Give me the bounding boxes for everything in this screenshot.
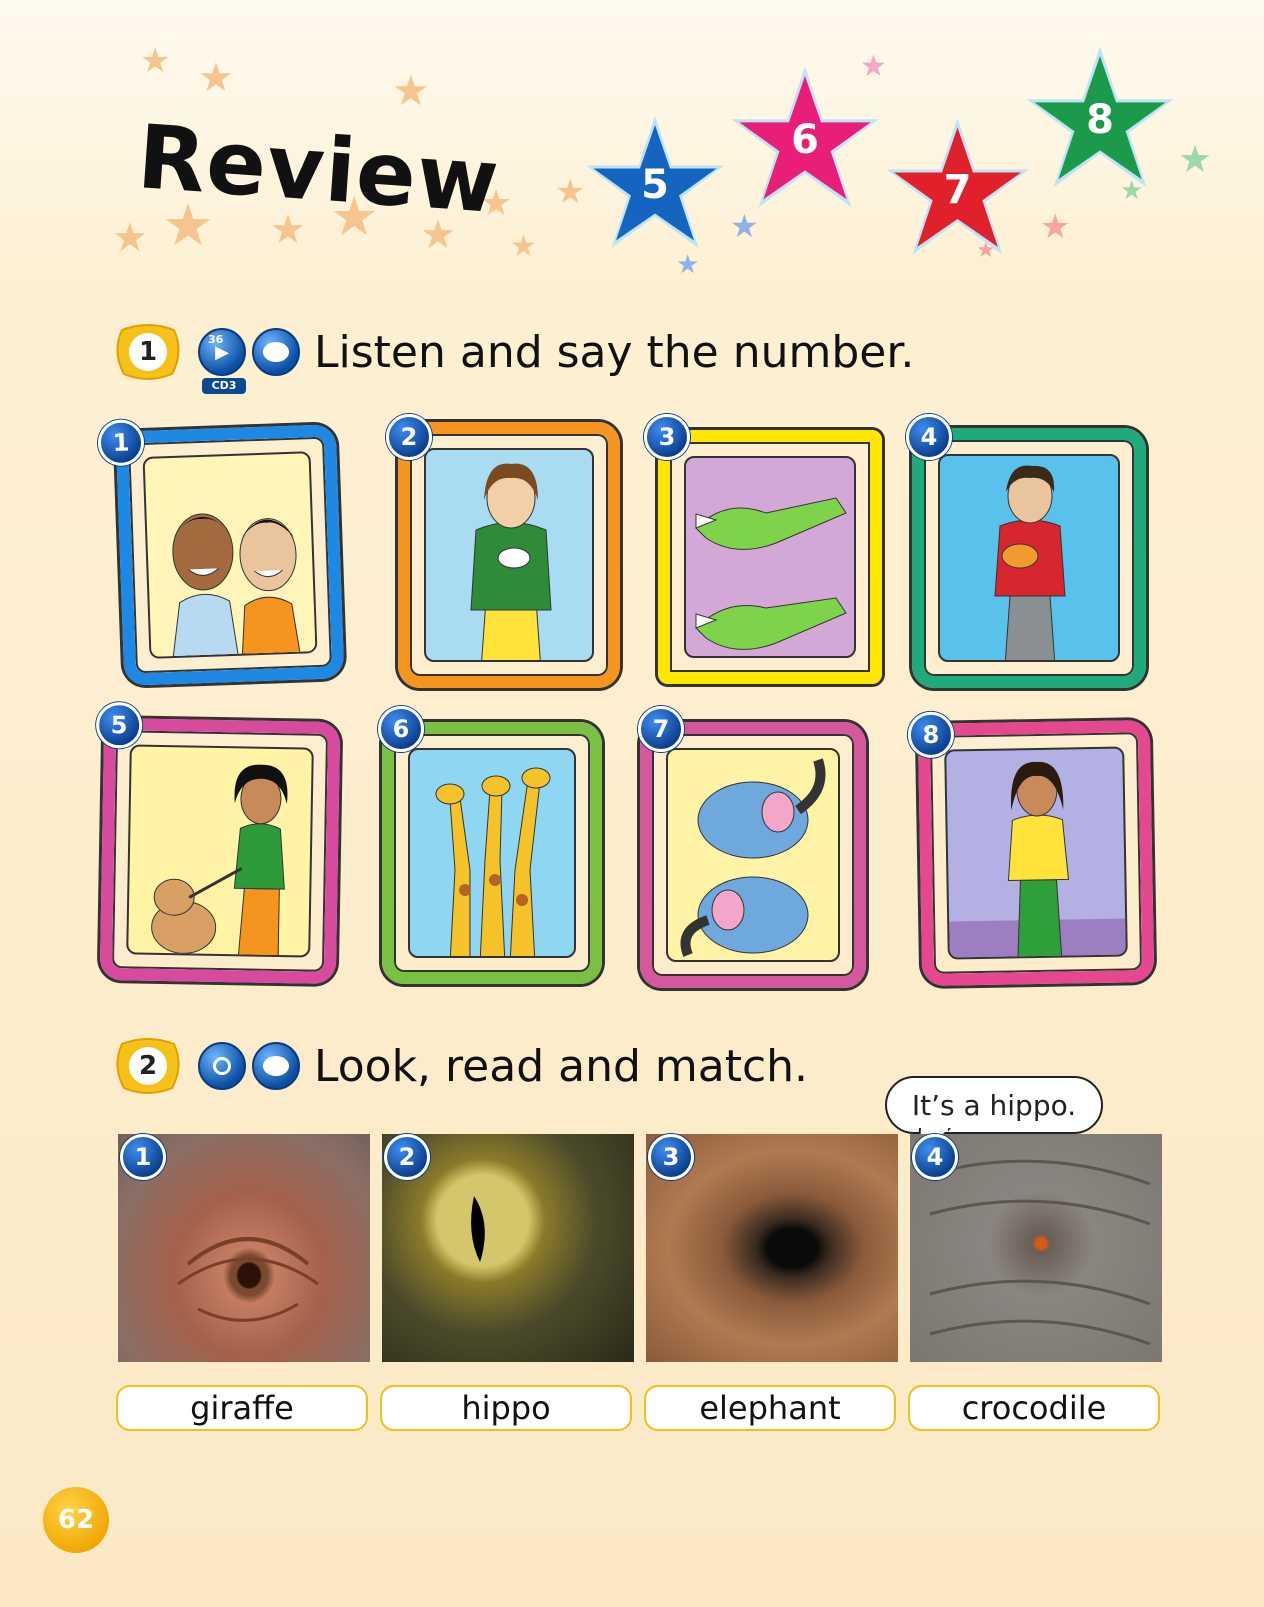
magnifier-icon (213, 1057, 231, 1075)
word-box-elephant[interactable]: elephant (644, 1385, 896, 1431)
speech-bubble-icon (263, 1056, 289, 1076)
star-icon: ★ (112, 215, 148, 261)
look-icon (198, 1042, 246, 1090)
picture-number-badge: 7 (638, 706, 684, 752)
unit-star-5: 5 (580, 110, 730, 260)
unit-number: 5 (641, 162, 669, 208)
exercise-2-instruction: Look, read and match. (314, 1040, 809, 1092)
picture-frame-2[interactable]: 2 (386, 414, 620, 688)
crocodiles-illustration (695, 497, 847, 650)
picture-number-badge: 3 (644, 414, 690, 460)
giraffes-illustration (435, 767, 551, 956)
picture-frame-4[interactable]: 4 (906, 414, 1146, 688)
unit-number: 7 (943, 166, 972, 213)
speech-bubble-icon (263, 342, 289, 362)
two-boys-illustration (149, 513, 318, 659)
audio-track-icon[interactable]: ▶ 36 CD3 (198, 328, 246, 394)
track-number: 36 (208, 333, 224, 346)
star-icon: ★ (140, 41, 171, 81)
picture-number-badge: 1 (97, 418, 145, 467)
unit-star-8: 8 (1020, 40, 1180, 200)
page-number: 62 (43, 1487, 109, 1553)
star-icon: ★ (1040, 207, 1071, 247)
unit-star-6: 6 (725, 60, 885, 220)
picture-frame-6[interactable]: 6 (378, 706, 602, 984)
exercise-number-badge: 2 (112, 1036, 184, 1096)
word-box-hippo[interactable]: hippo (380, 1385, 632, 1431)
picture-number-badge: 6 (378, 706, 424, 752)
picture-frame-7[interactable]: 7 (638, 706, 866, 988)
exercise-1-instruction: Listen and say the number. (314, 326, 915, 378)
picture-number-badge: 4 (906, 414, 952, 460)
word-box-crocodile[interactable]: crocodile (908, 1385, 1160, 1431)
picture-frame-3[interactable]: 3 (644, 414, 882, 684)
word-box-giraffe[interactable]: giraffe (116, 1385, 368, 1431)
cd-label: CD3 (202, 378, 246, 394)
unit-number: 8 (1086, 97, 1114, 143)
picture-frame-5[interactable]: 5 (95, 701, 341, 985)
girl-with-dog-illustration (151, 764, 288, 958)
picture-number-badge: 5 (95, 701, 143, 749)
photo-number-badge: 3 (648, 1134, 694, 1180)
elephants-illustration (680, 758, 826, 957)
speech-bubble: It’s a hippo. (885, 1076, 1103, 1134)
exercise-1-heading: 1 ▶ 36 CD3 Listen and say the number. (112, 322, 915, 394)
picture-frame-8[interactable]: 8 (907, 711, 1155, 987)
star-icon: ★ (510, 229, 537, 264)
star-icon: ★ (198, 55, 234, 101)
star-icon: ★ (1178, 137, 1213, 181)
photo-number-badge: 4 (912, 1134, 958, 1180)
photo-number-badge: 2 (384, 1134, 430, 1180)
photo-number-badge: 1 (120, 1134, 166, 1180)
exercise-2-heading: 2 Look, read and match. (112, 1036, 808, 1096)
exercise-number-badge: 1 (112, 322, 184, 382)
star-icon: ★ (392, 66, 430, 115)
girl-in-yellow-illustration (949, 761, 1128, 960)
picture-number-badge: 2 (386, 414, 432, 460)
unit-number: 6 (791, 117, 819, 163)
speak-icon (252, 1042, 300, 1090)
unit-star-7: 7 (880, 112, 1035, 267)
picture-frame-1[interactable]: 1 (97, 418, 345, 686)
boy-with-cat-illustration (994, 465, 1066, 660)
girl-with-mouse-illustration (470, 463, 552, 660)
speak-icon (252, 328, 300, 376)
